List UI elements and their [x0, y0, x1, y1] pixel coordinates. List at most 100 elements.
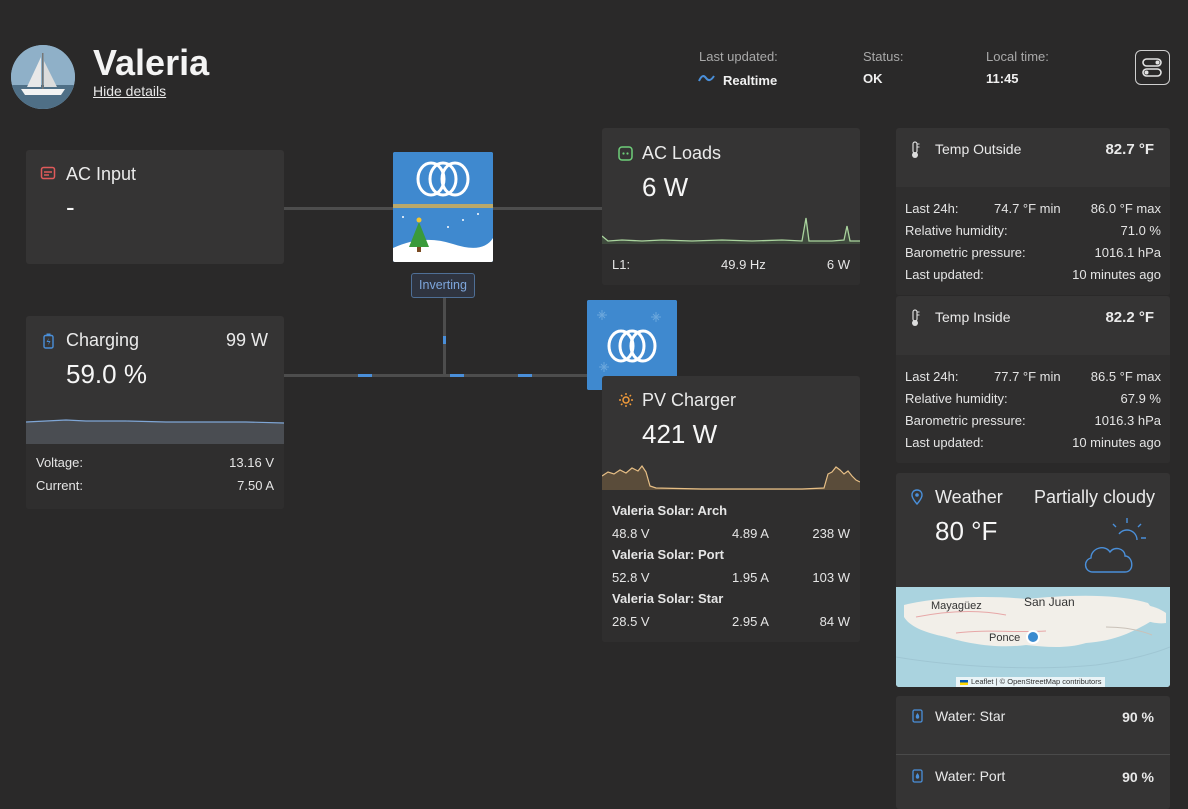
weather-panel[interactable]: Weather Partially cloudy 80 °F Mayagüez … — [896, 473, 1170, 687]
inverter-state-badge: Inverting — [411, 273, 475, 298]
partly-cloudy-icon — [1079, 514, 1151, 585]
temp-inside-details: Last 24h: 77.7 °F min 86.5 °F max Relati… — [896, 355, 1170, 463]
temp-outside-panel[interactable]: Temp Outside 82.7 °F Last 24h: 74.7 °F m… — [896, 128, 1170, 295]
status-label: Status: — [863, 49, 904, 64]
pv-charger-title: PV Charger — [642, 390, 737, 410]
pv-charger-value: 421 W — [642, 419, 718, 449]
ac-loads-frequency: 49.9 Hz — [721, 257, 766, 272]
battery-card[interactable]: Charging 99 W 59.0 % Voltage: 13.16 V Cu… — [26, 316, 284, 509]
pv-charger-current: 4.89 A — [732, 526, 769, 541]
dc-flow-dot — [518, 374, 532, 377]
battery-footer: Voltage: 13.16 V Current: 7.50 A — [26, 444, 284, 509]
ac-loads-footer: L1: 49.9 Hz 6 W — [602, 244, 860, 285]
temp-max: 86.5 °F max — [1090, 369, 1161, 384]
tank-name: Water: Star — [935, 708, 1006, 724]
tank-divider — [896, 754, 1170, 755]
last-updated-indicator: Realtime — [698, 71, 777, 89]
ac-loads-connection — [492, 207, 602, 210]
ac-loads-plug-icon — [618, 146, 633, 166]
battery-state: Charging — [66, 330, 140, 350]
battery-voltage-label: Voltage: — [36, 455, 83, 470]
tank-row[interactable]: Water: Port 90 % — [896, 756, 1170, 809]
map-attribution[interactable]: Leaflet | © OpenStreetMap contributors — [956, 677, 1106, 687]
location-pin-icon — [911, 489, 923, 510]
updated-value: 10 minutes ago — [1072, 435, 1161, 450]
temp-max: 86.0 °F max — [1090, 201, 1161, 216]
battery-current: 7.50 A — [237, 478, 274, 493]
pressure-label: Barometric pressure: — [905, 245, 1026, 260]
pressure-value: 1016.3 hPa — [1094, 413, 1161, 428]
tanks-panel: Water: Star 90 % Water: Port 90 % — [896, 696, 1170, 809]
ac-input-card[interactable]: AC Input - — [26, 150, 284, 264]
ac-loads-value: 6 W — [642, 172, 689, 202]
humidity-value: 67.9 % — [1120, 391, 1161, 406]
ac-loads-card[interactable]: AC Loads 6 W L1: 49.9 Hz 6 W — [602, 128, 860, 285]
weather-title: Weather — [935, 487, 1003, 507]
humidity-label: Relative humidity: — [905, 223, 1008, 238]
battery-soc-sparkline — [26, 419, 284, 444]
battery-power: 99 W — [225, 330, 268, 350]
pv-charger-power: 103 W — [812, 570, 850, 585]
temp-outside-details: Last 24h: 74.7 °F min 86.0 °F max Relati… — [896, 187, 1170, 295]
thermometer-icon — [910, 141, 920, 164]
local-time-label: Local time: — [986, 49, 1049, 64]
temp-outside-value: 82.7 °F — [1105, 141, 1154, 158]
ac-loads-phase-power: 6 W — [826, 257, 850, 272]
tank-level: 90 % — [1122, 769, 1154, 785]
temp-inside-panel[interactable]: Temp Inside 82.2 °F Last 24h: 77.7 °F mi… — [896, 296, 1170, 463]
site-name: Valeria — [93, 42, 210, 83]
updated-value: 10 minutes ago — [1072, 267, 1161, 282]
pv-charger-name: Valeria Solar: Arch — [612, 503, 728, 518]
inverter-device-image[interactable] — [393, 152, 493, 262]
pv-charger-list: Valeria Solar: Arch 48.8 V 4.89 A 238 W … — [602, 490, 860, 642]
ac-input-title: AC Input — [66, 164, 137, 184]
tank-icon — [912, 769, 923, 788]
dc-bus-connection — [284, 374, 588, 377]
dc-flow-dot — [358, 374, 372, 377]
hide-details-link[interactable]: Hide details — [93, 83, 166, 99]
dc-flow-dot — [443, 336, 446, 344]
ac-loads-title: AC Loads — [642, 143, 722, 163]
pv-charger-voltage: 48.8 V — [612, 526, 650, 541]
pv-charger-name: Valeria Solar: Port — [612, 547, 724, 562]
local-time-value: 11:45 — [986, 71, 1019, 86]
ac-input-connection — [284, 207, 394, 210]
map-label-mayaguez: Mayagüez — [931, 600, 982, 612]
pv-charger-power: 238 W — [812, 526, 850, 541]
layout-toggle-button[interactable] — [1135, 50, 1170, 85]
pv-charger-card[interactable]: PV Charger 421 W Valeria Solar: Arch 48.… — [602, 376, 860, 642]
dc-flow-dot — [450, 374, 464, 377]
pv-charger-current: 2.95 A — [732, 614, 769, 629]
ac-loads-phase-label: L1: — [612, 257, 631, 272]
ac-input-value: - — [66, 192, 75, 222]
battery-charging-icon — [43, 333, 54, 354]
map-label-san-juan: San Juan — [1024, 595, 1075, 609]
battery-voltage: 13.16 V — [229, 455, 274, 470]
thermometer-icon — [910, 309, 920, 332]
pressure-label: Barometric pressure: — [905, 413, 1026, 428]
pv-charger-name: Valeria Solar: Star — [612, 591, 724, 606]
last24-label: Last 24h: — [905, 201, 959, 216]
last-updated-label: Last updated: — [699, 49, 778, 64]
pv-power-sparkline — [602, 464, 860, 490]
ac-loads-sparkline — [602, 217, 860, 244]
tank-level: 90 % — [1122, 709, 1154, 725]
weather-temperature: 80 °F — [935, 516, 998, 546]
temp-inside-title: Temp Inside — [935, 309, 1011, 325]
updated-label: Last updated: — [905, 267, 984, 282]
weather-condition: Partially cloudy — [1033, 487, 1155, 507]
pv-charger-voltage: 52.8 V — [612, 570, 650, 585]
tank-icon — [912, 709, 923, 728]
pressure-value: 1016.1 hPa — [1094, 245, 1161, 260]
site-avatar — [11, 45, 75, 109]
pv-charger-voltage: 28.5 V — [612, 614, 650, 629]
pv-charger-power: 84 W — [819, 614, 850, 629]
battery-current-label: Current: — [36, 478, 83, 493]
temp-min: 77.7 °F min — [994, 369, 1061, 384]
weather-map[interactable]: Mayagüez San Juan Ponce Leaflet | © Open… — [896, 587, 1170, 687]
tank-row[interactable]: Water: Star 90 % — [896, 696, 1170, 753]
temp-outside-title: Temp Outside — [935, 141, 1022, 157]
ukraine-flag-icon — [960, 679, 968, 685]
humidity-value: 71.0 % — [1120, 223, 1161, 238]
temp-min: 74.7 °F min — [994, 201, 1061, 216]
